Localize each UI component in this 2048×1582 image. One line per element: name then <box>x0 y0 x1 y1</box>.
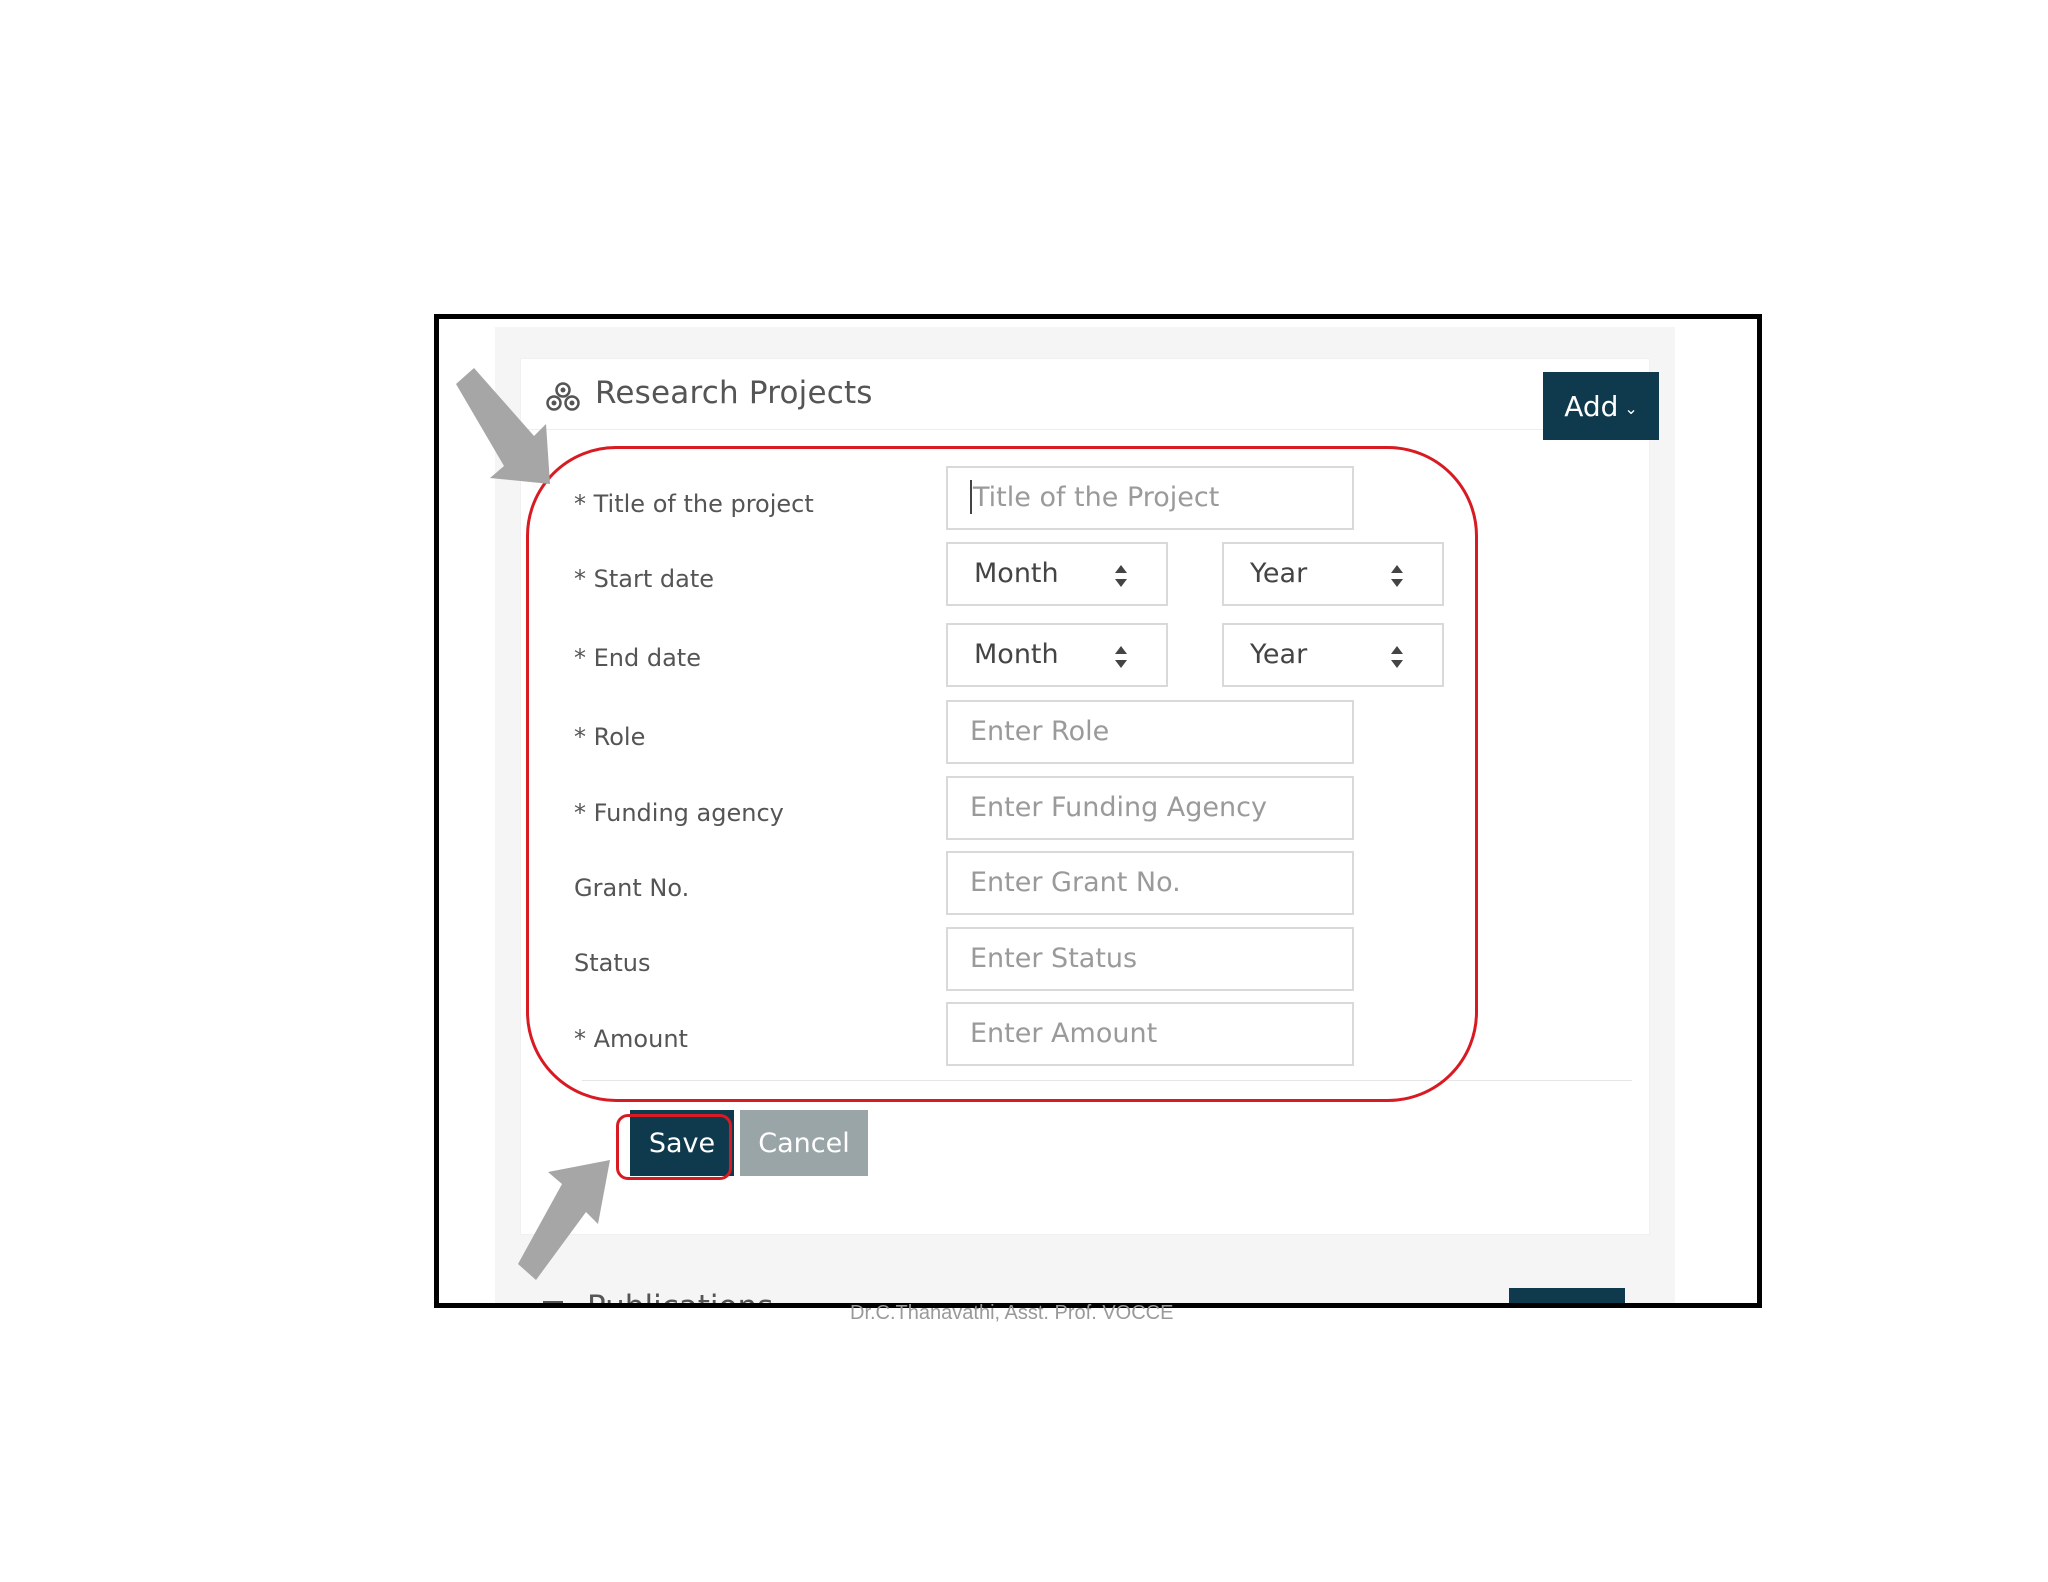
label-end-date: * End date <box>574 644 701 672</box>
label-funding-agency: * Funding agency <box>574 799 784 827</box>
publications-add-button[interactable] <box>1509 1288 1625 1303</box>
sort-icon <box>1115 646 1127 668</box>
status-input-placeholder: Enter Status <box>970 943 1138 974</box>
title-input-placeholder: Title of the Project <box>973 482 1220 513</box>
card-header: Research Projects Add ⌄ <box>521 359 1659 440</box>
cancel-button[interactable]: Cancel <box>740 1110 868 1176</box>
end-month-value: Month <box>974 639 1059 670</box>
book-icon <box>543 1301 563 1303</box>
text-cursor <box>970 479 972 514</box>
label-role: * Role <box>574 723 646 751</box>
label-start-date: * Start date <box>574 565 715 593</box>
start-year-value: Year <box>1250 558 1308 589</box>
label-title-of-project: * Title of the project <box>574 490 814 518</box>
footer-credit: Dr.C.Thanavathi, Asst. Prof. VOCCE <box>850 1302 1174 1324</box>
label-grant-no: Grant No. <box>574 874 690 902</box>
label-status: Status <box>574 949 651 977</box>
amount-input[interactable]: Enter Amount <box>946 1002 1354 1066</box>
title-input[interactable]: Title of the Project <box>946 466 1354 530</box>
grant-no-input-placeholder: Enter Grant No. <box>970 867 1181 898</box>
end-year-select[interactable]: Year <box>1222 623 1444 687</box>
amount-input-placeholder: Enter Amount <box>970 1018 1158 1049</box>
funding-agency-input-placeholder: Enter Funding Agency <box>970 792 1267 823</box>
chevron-down-icon: ⌄ <box>1624 398 1638 418</box>
arrow-down-right-icon <box>456 368 550 484</box>
add-button[interactable]: Add ⌄ <box>1543 372 1659 440</box>
grant-no-input[interactable]: Enter Grant No. <box>946 851 1354 915</box>
arrow-up-right-icon <box>518 1160 610 1280</box>
page-title: Research Projects <box>595 375 873 411</box>
end-year-value: Year <box>1250 639 1308 670</box>
publications-title: Publications <box>587 1289 774 1308</box>
role-input-placeholder: Enter Role <box>970 716 1110 747</box>
funding-agency-input[interactable]: Enter Funding Agency <box>946 776 1354 840</box>
sort-icon <box>1391 646 1403 668</box>
start-month-value: Month <box>974 558 1059 589</box>
start-month-select[interactable]: Month <box>946 542 1168 606</box>
role-input[interactable]: Enter Role <box>946 700 1354 764</box>
label-amount: * Amount <box>574 1025 688 1053</box>
status-input[interactable]: Enter Status <box>946 927 1354 991</box>
sort-icon <box>1115 565 1127 587</box>
start-year-select[interactable]: Year <box>1222 542 1444 606</box>
sort-icon <box>1391 565 1403 587</box>
add-button-label: Add <box>1564 389 1619 423</box>
form-divider <box>582 1080 1632 1081</box>
end-month-select[interactable]: Month <box>946 623 1168 687</box>
save-button[interactable]: Save <box>630 1110 734 1176</box>
